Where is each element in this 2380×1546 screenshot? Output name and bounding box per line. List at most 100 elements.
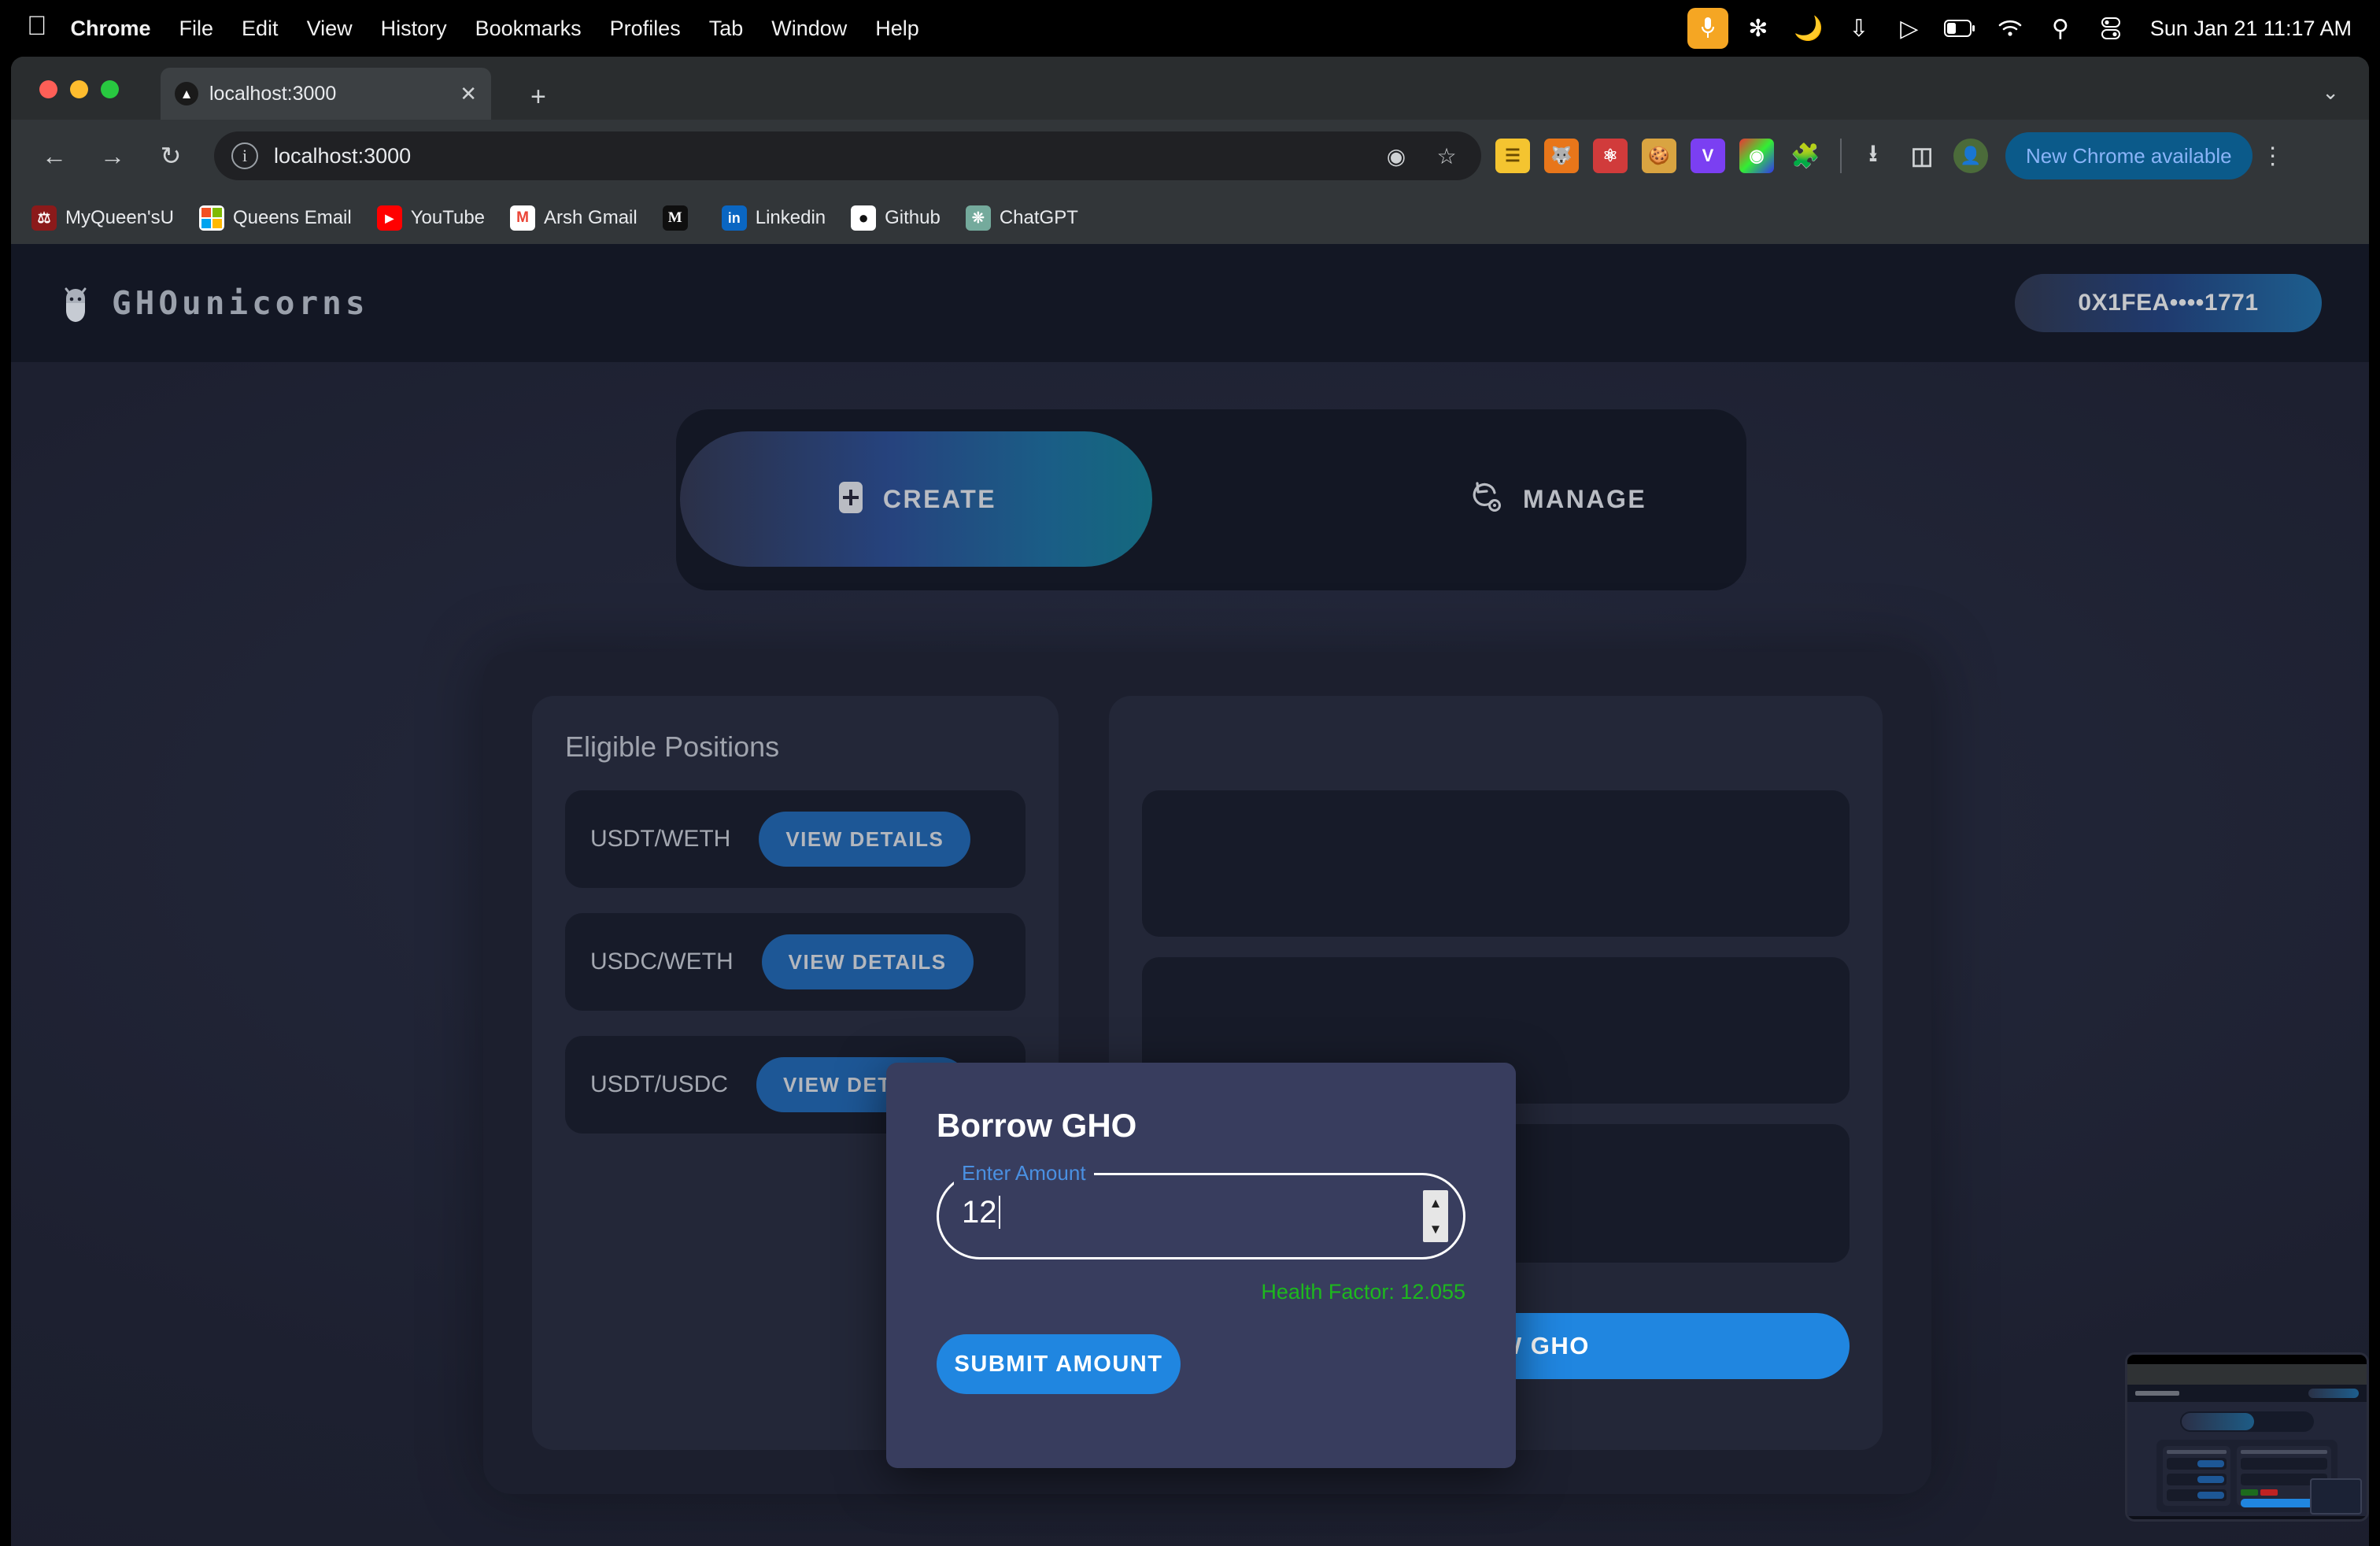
tab-create-label: CREATE <box>882 484 997 513</box>
wifi-icon[interactable] <box>1990 8 2031 49</box>
menu-item-view[interactable]: View <box>307 17 353 41</box>
v-extension-icon[interactable]: V <box>1691 139 1725 173</box>
screen-share-preview[interactable] <box>2125 1352 2369 1522</box>
borrow-gho-modal: Borrow GHO Enter Amount 12 ▲ ▼ Health Fa… <box>886 1063 1516 1468</box>
menu-item-window[interactable]: Window <box>771 17 847 41</box>
fox-extension-icon[interactable]: 🐺 <box>1544 139 1579 173</box>
play-circle-icon[interactable]: ▷ <box>1889 8 1930 49</box>
profile-avatar-icon[interactable]: 👤 <box>1953 139 1988 173</box>
bookmark-medium[interactable]: M <box>662 205 697 231</box>
app-header: GHOunicorns 0X1FEA••••1771 <box>11 244 2369 362</box>
menu-bar-status-items: ✻ 🌙 ⇩ ▷ ⚲ Sun Jan 21 11:17 AM <box>1683 8 2352 49</box>
side-panel-icon[interactable]: ◫ <box>1905 139 1939 173</box>
bluetooth-icon[interactable]: ⇩ <box>1839 8 1879 49</box>
microphone-icon[interactable] <box>1687 8 1728 49</box>
tab-strip: ▲ localhost:3000 ✕ + ⌄ <box>11 57 2369 120</box>
thumb-nested-preview <box>2310 1478 2362 1515</box>
web-page-viewport: GHOunicorns 0X1FEA••••1771 CREATE MANAGE… <box>11 244 2369 1546</box>
bug-logo-icon <box>58 283 93 324</box>
menu-item-file[interactable]: File <box>179 17 214 41</box>
kebab-menu-icon[interactable]: ⋮ <box>2257 142 2289 170</box>
menu-item-edit[interactable]: Edit <box>242 17 279 41</box>
bookmark-chatgpt[interactable]: ❊ ChatGPT <box>965 205 1078 231</box>
bookmark-star-icon[interactable]: ☆ <box>1429 143 1464 169</box>
notes-extension-icon[interactable]: ☰ <box>1495 139 1530 173</box>
menu-item-bookmarks[interactable]: Bookmarks <box>475 17 582 41</box>
menu-item-chrome[interactable]: Chrome <box>71 17 151 41</box>
bookmark-youtube[interactable]: ▶ YouTube <box>376 205 485 231</box>
tab-create[interactable]: CREATE <box>680 431 1152 567</box>
modal-title: Borrow GHO <box>937 1107 1137 1144</box>
menu-item-tab[interactable]: Tab <box>709 17 744 41</box>
thumb-browser-chrome <box>2127 1364 2367 1385</box>
toolbar-divider <box>1840 139 1842 173</box>
github-icon: ● <box>851 205 877 231</box>
flower-brightness-icon[interactable]: ✻ <box>1738 8 1779 49</box>
thumb-row <box>2241 1458 2327 1470</box>
maximize-window-button[interactable] <box>101 80 119 98</box>
cookie-extension-icon[interactable]: 🍪 <box>1642 139 1676 173</box>
menu-item-history[interactable]: History <box>381 17 447 41</box>
tab-manage[interactable]: MANAGE <box>1471 431 1646 567</box>
close-icon[interactable]: ✕ <box>460 82 477 106</box>
quantity-stepper[interactable]: ▲ ▼ <box>1423 1190 1448 1242</box>
browser-tab[interactable]: ▲ localhost:3000 ✕ <box>161 68 491 120</box>
view-details-button[interactable]: VIEW DETAILS <box>759 812 971 867</box>
plus-square-icon <box>836 480 866 519</box>
chevron-down-icon[interactable]: ⌄ <box>2322 80 2339 105</box>
back-arrow-icon[interactable]: ← <box>33 135 76 177</box>
moon-do-not-disturb-icon[interactable]: 🌙 <box>1788 8 1829 49</box>
mode-tab-bar: CREATE MANAGE <box>676 409 1746 590</box>
react-devtools-icon[interactable]: ⚛ <box>1593 139 1628 173</box>
thumb-row <box>2167 1489 2227 1501</box>
enter-amount-field[interactable]: Enter Amount 12 ▲ ▼ <box>937 1160 1465 1259</box>
search-spotlight-icon[interactable]: ⚲ <box>2040 8 2081 49</box>
position-pair: USDT/USDC <box>590 1071 729 1097</box>
thumb-menu-bar <box>2127 1355 2367 1364</box>
menu-bar-clock[interactable]: Sun Jan 21 11:17 AM <box>2150 17 2352 41</box>
bookmark-linkedin[interactable]: in Linkedin <box>721 205 826 231</box>
minimize-window-button[interactable] <box>70 80 88 98</box>
bookmark-queens-email[interactable]: Queens Email <box>198 205 352 231</box>
bookmark-arsh-gmail[interactable]: M Arsh Gmail <box>510 205 638 231</box>
bookmark-label: MyQueen'sU <box>65 207 174 228</box>
puzzle-extensions-icon[interactable]: 🧩 <box>1788 139 1823 173</box>
bookmark-myqueensu[interactable]: ⚖ MyQueen'sU <box>31 205 174 231</box>
address-bar[interactable]: i localhost:3000 ◉ ☆ <box>214 131 1481 180</box>
color-wheel-extension-icon[interactable]: ◉ <box>1739 139 1774 173</box>
bookmark-github[interactable]: ● Github <box>851 205 941 231</box>
address-bar-url: localhost:3000 <box>274 143 412 168</box>
menu-item-profiles[interactable]: Profiles <box>610 17 681 41</box>
bookmark-label: Arsh Gmail <box>544 207 638 228</box>
thumb-left-panel <box>2163 1446 2230 1506</box>
plus-icon[interactable]: + <box>530 82 546 113</box>
microsoft-outlook-icon <box>198 205 224 231</box>
amount-input-text: 12 <box>962 1195 997 1230</box>
close-window-button[interactable] <box>39 80 57 98</box>
battery-icon[interactable] <box>1939 8 1980 49</box>
reload-icon[interactable]: ↻ <box>150 135 192 177</box>
info-circle-icon[interactable]: i <box>231 142 258 169</box>
new-chrome-available-button[interactable]: New Chrome available <box>2005 132 2252 179</box>
browser-toolbar: ← → ↻ i localhost:3000 ◉ ☆ ☰ 🐺 ⚛ 🍪 V ◉ 🧩… <box>11 120 2369 192</box>
wallet-address-button[interactable]: 0X1FEA••••1771 <box>2015 274 2322 332</box>
control-center-icon[interactable] <box>2090 8 2131 49</box>
enter-amount-label: Enter Amount <box>954 1160 1094 1186</box>
thumb-row <box>2167 1458 2227 1470</box>
spinner-down-icon[interactable]: ▼ <box>1429 1222 1443 1236</box>
queens-crest-icon: ⚖ <box>31 205 57 231</box>
window-traffic-lights <box>39 80 119 98</box>
eye-tracking-protection-icon[interactable]: ◉ <box>1379 143 1414 169</box>
spinner-up-icon[interactable]: ▲ <box>1429 1196 1443 1210</box>
forward-arrow-icon[interactable]: → <box>91 135 134 177</box>
download-icon[interactable]: ⭳ <box>1856 139 1890 173</box>
submit-amount-button[interactable]: SUBMIT AMOUNT <box>937 1334 1181 1394</box>
view-details-button[interactable]: VIEW DETAILS <box>761 934 974 989</box>
menu-item-help[interactable]: Help <box>875 17 919 41</box>
amount-input-value[interactable]: 12 <box>962 1195 1000 1230</box>
app-body: CREATE MANAGE Eligible Positions USDT/WE… <box>11 362 2369 1546</box>
list-item[interactable]: USDT/WETH VIEW DETAILS <box>565 790 1026 888</box>
apple-icon[interactable]:  <box>27 13 47 39</box>
thumb-app-header <box>2127 1385 2367 1402</box>
list-item[interactable]: USDC/WETH VIEW DETAILS <box>565 913 1026 1011</box>
